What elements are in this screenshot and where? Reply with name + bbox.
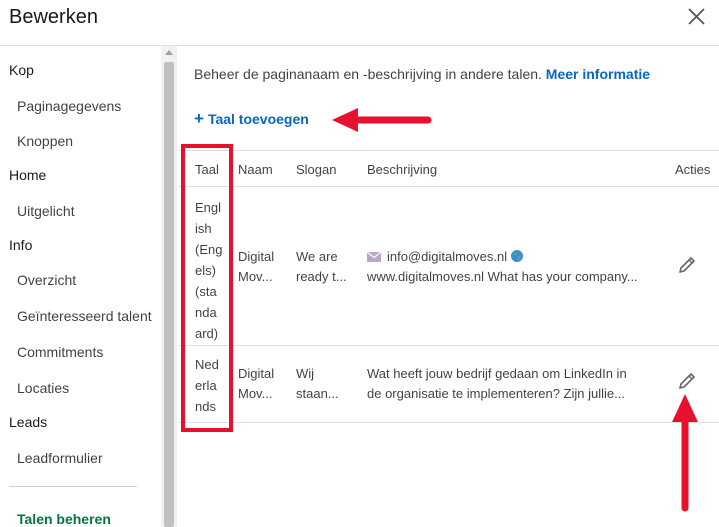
col-header-acties: Acties — [675, 162, 711, 177]
sidebar-item-locaties[interactable]: Locaties — [17, 380, 69, 396]
table-row-divider — [178, 422, 719, 423]
close-icon[interactable] — [684, 5, 708, 29]
cell-slogan-line: We are — [296, 249, 338, 264]
sidebar-item-overzicht[interactable]: Overzicht — [17, 272, 76, 288]
sidebar-item-talen-beheren[interactable]: Talen beheren — [17, 511, 111, 527]
annotation-arrow-left-icon — [332, 108, 432, 132]
cell-beschrijving: info@digitalmoves.nl www.digitalmoves.nl… — [367, 247, 638, 287]
annotation-highlight-box — [181, 144, 233, 432]
sidebar-section-kop[interactable]: Kop — [9, 62, 34, 78]
modal-title: Bewerken — [9, 6, 98, 28]
cell-naam-line: Mov... — [238, 269, 273, 284]
add-language-label: Taal toevoegen — [207, 111, 309, 127]
col-header-naam: Naam — [238, 162, 273, 177]
cell-beschrijving: Wat heeft jouw bedrijf gedaan om LinkedI… — [367, 364, 627, 404]
cell-beschrijving-line1: info@digitalmoves.nl — [367, 247, 638, 267]
sidebar-item-geinteresseerd-talent[interactable]: Geïnteresseerd talent — [17, 308, 152, 324]
sidebar-item-uitgelicht[interactable]: Uitgelicht — [17, 203, 75, 219]
cell-naam: Digital Mov... — [238, 364, 274, 404]
plus-icon: + — [194, 109, 204, 128]
more-info-link[interactable]: Meer informatie — [546, 66, 650, 82]
cell-slogan: Wij staan... — [296, 364, 339, 404]
sidebar-section-home[interactable]: Home — [9, 167, 46, 183]
globe-icon — [511, 250, 524, 262]
cell-naam-line: Mov... — [238, 386, 273, 401]
sidebar-section-leads[interactable]: Leads — [9, 414, 47, 430]
scroll-thumb[interactable] — [164, 62, 174, 527]
modal-header: Bewerken — [0, 0, 719, 46]
edit-pencil-icon[interactable] — [676, 370, 698, 392]
cell-naam-line: Digital — [238, 249, 275, 264]
sidebar-scrollbar[interactable] — [161, 46, 177, 527]
table-top-border — [178, 150, 719, 151]
table-row-divider — [178, 345, 719, 346]
cell-beschrijving-line1: Wat heeft jouw bedrijf gedaan om LinkedI… — [367, 366, 627, 381]
intro-text: Beheer de paginanaam en -beschrijving in… — [194, 66, 650, 82]
cell-naam: Digital Mov... — [238, 247, 274, 287]
sidebar-item-commitments[interactable]: Commitments — [17, 344, 103, 360]
edit-pencil-icon[interactable] — [676, 254, 698, 276]
table-header-divider — [178, 186, 719, 187]
col-header-beschrijving: Beschrijving — [367, 162, 438, 177]
mail-icon — [367, 252, 381, 262]
email-text: info@digitalmoves.nl — [387, 249, 508, 264]
col-header-slogan: Slogan — [296, 162, 337, 177]
cell-naam-line: Digital — [238, 366, 275, 381]
sidebar-item-leadformulier[interactable]: Leadformulier — [17, 450, 103, 466]
annotation-arrow-up-icon — [672, 394, 698, 512]
cell-slogan-line: ready t... — [296, 269, 347, 284]
cell-slogan: We are ready t... — [296, 247, 347, 287]
cell-slogan-line: staan... — [296, 386, 339, 401]
intro-description: Beheer de paginanaam en -beschrijving in… — [194, 66, 542, 82]
sidebar-nav: Kop Paginagegevens Knoppen Home Uitgelic… — [0, 46, 177, 527]
cell-beschrijving-line2: www.digitalmoves.nl What has your compan… — [367, 269, 638, 284]
add-language-button[interactable]: + Taal toevoegen — [194, 109, 309, 129]
sidebar-item-paginagegevens[interactable]: Paginagegevens — [17, 98, 121, 114]
cell-beschrijving-line2: de organisatie te implementeren? Zijn ju… — [367, 386, 625, 401]
scroll-up-icon[interactable] — [165, 50, 173, 55]
sidebar-divider — [9, 486, 137, 487]
cell-slogan-line: Wij — [296, 366, 315, 381]
sidebar-section-info[interactable]: Info — [9, 237, 32, 253]
sidebar-item-knoppen[interactable]: Knoppen — [17, 133, 73, 149]
